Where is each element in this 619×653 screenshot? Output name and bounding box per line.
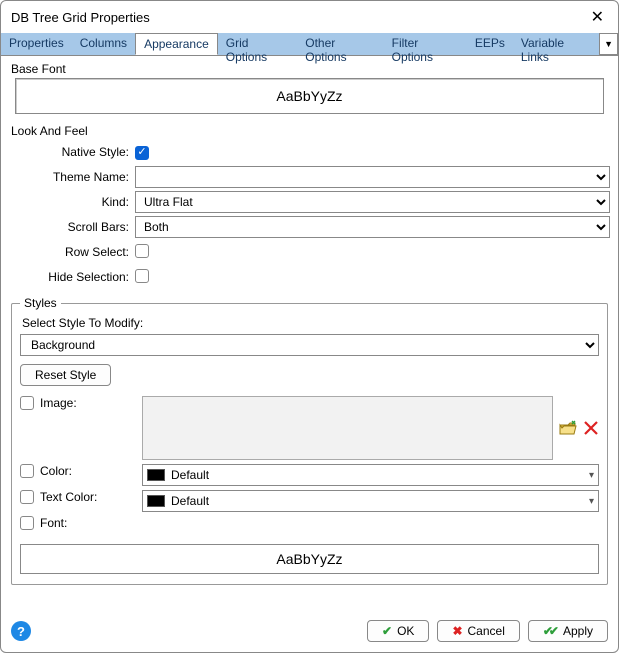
apply-label: Apply (563, 624, 593, 638)
tab-bar: Properties Columns Appearance Grid Optio… (1, 33, 618, 55)
font-checkbox[interactable] (20, 516, 34, 530)
apply-button[interactable]: ✔✔ Apply (528, 620, 608, 642)
native-style-checkbox[interactable]: ✓ (135, 146, 149, 160)
text-color-label: Text Color: (40, 490, 97, 504)
reset-style-label: Reset Style (35, 368, 96, 382)
color-checkbox[interactable] (20, 464, 34, 478)
check-icon: ✔ (382, 624, 392, 638)
tab-appearance[interactable]: Appearance (135, 33, 218, 55)
styles-legend: Styles (20, 296, 61, 310)
theme-name-label: Theme Name: (9, 170, 135, 184)
tab-filter-options[interactable]: Filter Options (384, 33, 467, 55)
tab-properties[interactable]: Properties (1, 33, 72, 55)
delete-image-icon[interactable] (583, 420, 599, 436)
tab-grid-options[interactable]: Grid Options (218, 33, 297, 55)
double-check-icon: ✔✔ (543, 624, 555, 638)
base-font-preview[interactable]: AaBbYyZz (15, 78, 604, 114)
row-select-label: Row Select: (9, 245, 135, 259)
select-style-label: Select Style To Modify: (22, 316, 599, 330)
kind-label: Kind: (9, 195, 135, 209)
chevron-down-icon: ▼ (604, 39, 613, 49)
window-title: DB Tree Grid Properties (11, 10, 150, 25)
image-label: Image: (40, 396, 77, 410)
font-label: Font: (40, 516, 67, 530)
image-preview[interactable] (142, 396, 553, 460)
x-icon: ✖ (452, 624, 462, 638)
cancel-label: Cancel (468, 624, 505, 638)
help-icon[interactable]: ? (11, 621, 31, 641)
color-combo[interactable]: Default ▾ (142, 464, 599, 486)
text-color-checkbox[interactable] (20, 490, 34, 504)
tab-columns[interactable]: Columns (72, 33, 135, 55)
styles-group: Styles Select Style To Modify: Backgroun… (11, 296, 608, 585)
look-and-feel-label: Look And Feel (11, 124, 610, 138)
select-style-combo[interactable]: Background (20, 334, 599, 356)
ok-label: OK (397, 624, 414, 638)
text-color-value: Default (171, 494, 209, 508)
image-checkbox[interactable] (20, 396, 34, 410)
scroll-bars-combo[interactable]: Both (135, 216, 610, 238)
kind-combo[interactable]: Ultra Flat (135, 191, 610, 213)
color-swatch (147, 469, 165, 481)
native-style-label: Native Style: (9, 145, 135, 159)
style-font-sample: AaBbYyZz (276, 551, 342, 567)
reset-style-button[interactable]: Reset Style (20, 364, 111, 386)
color-value: Default (171, 468, 209, 482)
open-image-icon[interactable] (559, 420, 577, 436)
tab-variable-links[interactable]: Variable Links (513, 33, 599, 55)
chevron-down-icon: ▾ (589, 470, 594, 481)
scroll-bars-label: Scroll Bars: (9, 220, 135, 234)
theme-name-combo[interactable] (135, 166, 610, 188)
tab-eeps[interactable]: EEPs (467, 33, 513, 55)
base-font-label: Base Font (11, 62, 610, 76)
hide-selection-label: Hide Selection: (9, 270, 135, 284)
style-font-preview[interactable]: AaBbYyZz (20, 544, 599, 574)
tab-overflow-button[interactable]: ▼ (599, 33, 618, 55)
chevron-down-icon: ▾ (589, 496, 594, 507)
base-font-sample: AaBbYyZz (276, 88, 342, 104)
text-color-swatch (147, 495, 165, 507)
color-label: Color: (40, 464, 72, 478)
text-color-combo[interactable]: Default ▾ (142, 490, 599, 512)
row-select-checkbox[interactable] (135, 244, 149, 258)
hide-selection-checkbox[interactable] (135, 269, 149, 283)
ok-button[interactable]: ✔ OK (367, 620, 429, 642)
close-icon[interactable]: ✕ (587, 7, 608, 27)
cancel-button[interactable]: ✖ Cancel (437, 620, 519, 642)
tab-other-options[interactable]: Other Options (297, 33, 383, 55)
